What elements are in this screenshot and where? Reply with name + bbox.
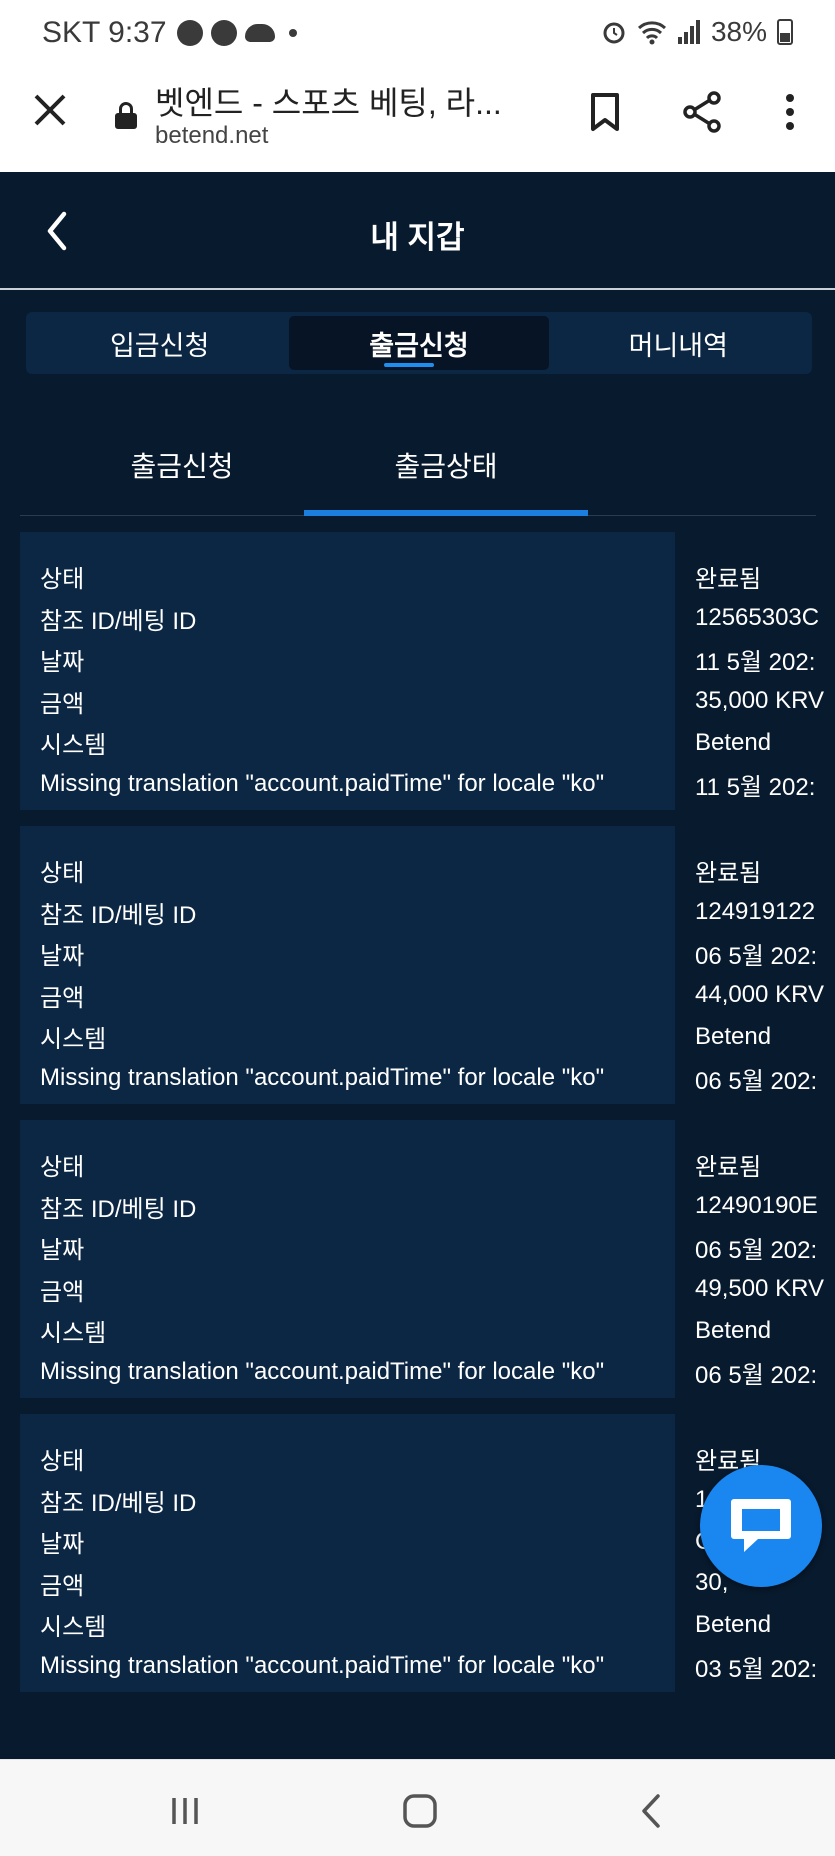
tab-withdraw-status[interactable]: 출금상태 <box>304 414 588 516</box>
value-system: Betend <box>695 1022 772 1050</box>
more-notifications-icon <box>288 29 297 37</box>
back-nav-icon[interactable] <box>628 1786 678 1836</box>
value-status: 완료됨 <box>695 860 762 888</box>
label-date: 날짜 <box>40 649 85 677</box>
messenger-icon <box>176 20 203 46</box>
label-ref-id: 참조 ID/베팅 ID <box>40 607 197 635</box>
cloud-icon <box>244 24 275 42</box>
value-paid-time: 03 5월 202: <box>695 1655 818 1683</box>
label-ref-id: 참조 ID/베팅 ID <box>40 1489 197 1517</box>
value-amount: 35,000 KRV <box>695 687 824 715</box>
value-paid-time: 06 5월 202: <box>695 1361 818 1389</box>
label-amount: 금액 <box>40 1278 85 1306</box>
card-labels: 상태 참조 ID/베팅 ID 날짜 금액 시스템 Missing transla… <box>20 1120 675 1398</box>
label-ref-id: 참조 ID/베팅 ID <box>40 901 197 929</box>
value-date: 06 5월 202: <box>695 943 818 971</box>
wallet-segment-tabs: 입금신청 출금신청 머니내역 <box>26 312 812 374</box>
wifi-icon <box>637 21 666 45</box>
value-date: 11 5월 202: <box>695 649 816 677</box>
value-status: 완료됨 <box>695 1154 762 1182</box>
value-system: Betend <box>695 728 772 756</box>
kakaotalk-icon <box>210 20 237 46</box>
page-title[interactable]: 벳엔드 - 스포츠 베팅, 라... <box>155 78 535 124</box>
alarm-icon <box>603 22 625 44</box>
status-right: 38% <box>601 16 793 48</box>
battery-icon <box>777 19 793 45</box>
lock-icon[interactable] <box>115 102 137 129</box>
header-title: 내 지갑 <box>370 220 465 255</box>
withdraw-subtabs: 출금신청 출금상태 <box>20 414 816 516</box>
bookmark-icon[interactable] <box>583 90 627 134</box>
segment-deposit-request[interactable]: 입금신청 <box>30 316 289 370</box>
transaction-card: 상태 참조 ID/베팅 ID 날짜 금액 시스템 Missing transla… <box>20 532 835 810</box>
signal-icon <box>677 20 700 44</box>
transaction-card: 상태 참조 ID/베팅 ID 날짜 금액 시스템 Missing transla… <box>20 826 835 1104</box>
label-status: 상태 <box>40 860 85 888</box>
label-date: 날짜 <box>40 943 85 971</box>
label-paid-time: Missing translation "account.paidTime" f… <box>40 1064 605 1092</box>
value-amount: 44,000 KRV <box>695 981 824 1009</box>
label-system: 시스템 <box>40 1026 107 1054</box>
label-paid-time: Missing translation "account.paidTime" f… <box>40 1652 605 1680</box>
chat-bubble-icon <box>731 1499 791 1552</box>
label-status: 상태 <box>40 566 85 594</box>
carrier-time: SKT 9:37 <box>42 16 167 49</box>
status-bar: SKT 9:37 38% <box>0 0 835 64</box>
value-system: Betend <box>695 1316 772 1344</box>
page-domain[interactable]: betend.net <box>155 122 268 150</box>
label-paid-time: Missing translation "account.paidTime" f… <box>40 770 605 798</box>
share-icon[interactable] <box>680 90 724 134</box>
label-ref-id: 참조 ID/베팅 ID <box>40 1195 197 1223</box>
label-system: 시스템 <box>40 1320 107 1348</box>
value-status: 완료됨 <box>695 566 762 594</box>
value-ref-id: 12490190E <box>695 1192 818 1220</box>
live-chat-button[interactable] <box>700 1465 822 1587</box>
value-ref-id: 124919122 <box>695 898 816 926</box>
label-system: 시스템 <box>40 732 107 760</box>
browser-toolbar: 벳엔드 - 스포츠 베팅, 라... betend.net <box>0 64 835 172</box>
more-options-icon[interactable] <box>768 90 812 134</box>
segment-money-history[interactable]: 머니내역 <box>549 316 808 370</box>
label-system: 시스템 <box>40 1614 107 1642</box>
home-icon[interactable] <box>395 1786 445 1836</box>
card-values: 완료됨 12565303C 11 5월 202: 35,000 KRV Bete… <box>695 532 835 810</box>
card-labels: 상태 참조 ID/베팅 ID 날짜 금액 시스템 Missing transla… <box>20 1414 675 1692</box>
battery-percent: 38% <box>710 16 767 47</box>
label-paid-time: Missing translation "account.paidTime" f… <box>40 1358 605 1386</box>
label-amount: 금액 <box>40 690 85 718</box>
value-system: Betend <box>695 1610 772 1638</box>
label-status: 상태 <box>40 1154 85 1182</box>
label-amount: 금액 <box>40 984 85 1012</box>
card-labels: 상태 참조 ID/베팅 ID 날짜 금액 시스템 Missing transla… <box>20 826 675 1104</box>
segment-withdraw-request[interactable]: 출금신청 <box>289 316 549 370</box>
system-navigation-bar <box>0 1759 835 1856</box>
app-header: 내 지갑 <box>0 172 835 290</box>
transaction-card: 상태 참조 ID/베팅 ID 날짜 금액 시스템 Missing transla… <box>20 1120 835 1398</box>
value-paid-time: 06 5월 202: <box>695 1067 818 1095</box>
label-amount: 금액 <box>40 1572 85 1600</box>
value-date: 06 5월 202: <box>695 1237 818 1265</box>
status-left: SKT 9:37 <box>42 16 297 50</box>
recent-apps-icon[interactable] <box>160 1786 210 1836</box>
tab-withdraw-request[interactable]: 출금신청 <box>40 414 324 516</box>
value-paid-time: 11 5월 202: <box>695 773 816 801</box>
value-ref-id: 12565303C <box>695 604 820 632</box>
card-labels: 상태 참조 ID/베팅 ID 날짜 금액 시스템 Missing transla… <box>20 532 675 810</box>
close-icon[interactable] <box>30 90 70 130</box>
label-status: 상태 <box>40 1448 85 1476</box>
card-values: 완료됨 12490190E 06 5월 202: 49,500 KRV Bete… <box>695 1120 835 1398</box>
card-values: 완료됨 124919122 06 5월 202: 44,000 KRV Bete… <box>695 826 835 1104</box>
value-amount: 49,500 KRV <box>695 1275 824 1303</box>
label-date: 날짜 <box>40 1237 85 1265</box>
label-date: 날짜 <box>40 1531 85 1559</box>
